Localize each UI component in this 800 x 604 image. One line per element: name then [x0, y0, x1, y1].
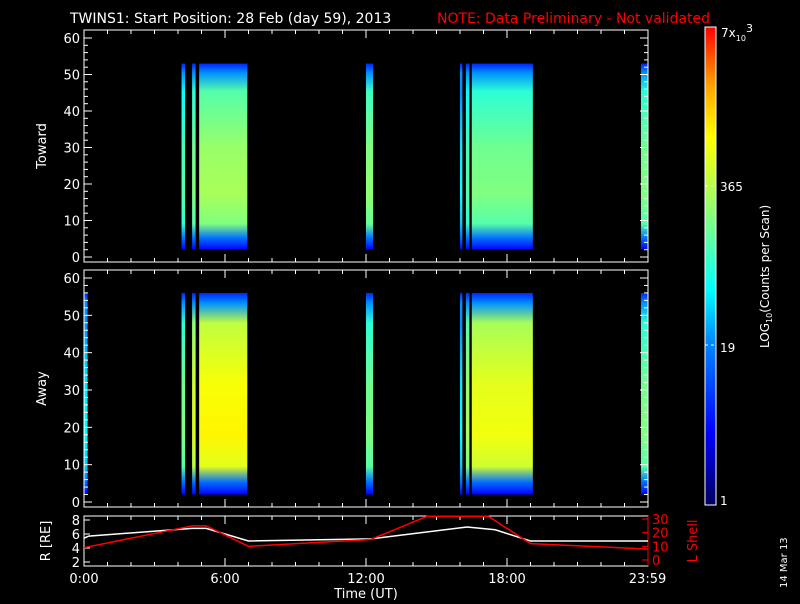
- y-tick-label: 30: [63, 384, 80, 399]
- y2-tick-label: 20: [652, 527, 669, 542]
- x-tick-label: 18:00: [488, 572, 525, 587]
- y-tick-label: 0: [72, 496, 80, 511]
- ephemeris-y2label: L Shell: [686, 519, 701, 562]
- y2-tick-label: 30: [652, 513, 669, 528]
- y-tick-label: 4: [72, 542, 80, 557]
- title-note: NOTE: Data Preliminary - Not validated: [437, 11, 710, 27]
- y-tick-label: 50: [63, 309, 80, 324]
- ephemeris-ylabel: R [RE]: [39, 521, 54, 562]
- spectrogram-column: [199, 292, 248, 495]
- spectrogram-column: [460, 63, 463, 250]
- panel-away-ylabel: Away: [35, 371, 50, 406]
- twins-spectrogram-figure: TWINS1: Start Position: 28 Feb (day 59),…: [35, 11, 790, 602]
- y-tick-label: 20: [63, 421, 80, 436]
- y-tick-label: 20: [63, 178, 80, 193]
- y2-tick-label: 10: [652, 540, 669, 555]
- y-tick-label: 40: [63, 105, 80, 120]
- spectrogram-column: [181, 292, 186, 495]
- y-tick-label: 0: [72, 251, 80, 266]
- series-r-line: [83, 526, 648, 542]
- panel-toward-ylabel: Toward: [35, 123, 50, 170]
- x-tick-label: 23:59: [629, 572, 666, 587]
- spectrogram-column: [460, 292, 463, 495]
- spectrogram-column: [640, 63, 648, 250]
- y-tick-label: 40: [63, 347, 80, 362]
- spectrogram-column: [471, 63, 533, 250]
- x-tick-label: 6:00: [210, 572, 239, 587]
- spectrogram-column: [366, 292, 374, 495]
- colorbar-tick-1: 1: [720, 494, 728, 508]
- y-tick-label: 10: [63, 459, 80, 474]
- colorbar-gradient: [704, 26, 717, 506]
- spectrogram-column: [199, 63, 248, 250]
- colorbar-tick-max: 7x103: [721, 22, 753, 43]
- y2-tick-label: 0: [652, 554, 660, 569]
- spectrogram-column: [192, 292, 196, 495]
- x-tick-label: 0:00: [69, 572, 98, 587]
- x-axis-label: Time (UT): [333, 587, 398, 600]
- y-tick-label: 30: [63, 142, 80, 157]
- colorbar: 7x103 365 19 1 LOG10(Counts per Scan): [704, 22, 774, 508]
- date-stamp: 14 Mar 13: [779, 537, 790, 588]
- y-tick-label: 10: [63, 215, 80, 230]
- y-tick-label: 50: [63, 69, 80, 84]
- spectrogram-column: [465, 63, 470, 250]
- spectrogram-column: [471, 292, 533, 495]
- y-tick-label: 60: [63, 272, 80, 287]
- spectrogram-column: [366, 63, 374, 250]
- x-tick-label: 12:00: [347, 572, 384, 587]
- spectrogram-column: [192, 63, 196, 250]
- spectrogram-column: [465, 292, 470, 495]
- colorbar-label: LOG10(Counts per Scan): [758, 205, 774, 348]
- colorbar-tick-365: 365: [720, 180, 743, 194]
- y-tick-label: 2: [72, 556, 80, 571]
- spectrogram-column: [181, 63, 186, 250]
- y-tick-label: 6: [72, 528, 80, 543]
- title-main: TWINS1: Start Position: 28 Feb (day 59),…: [69, 11, 391, 27]
- y-tick-label: 8: [72, 514, 80, 529]
- y-tick-label: 60: [63, 32, 80, 47]
- colorbar-tick-19: 19: [720, 341, 735, 355]
